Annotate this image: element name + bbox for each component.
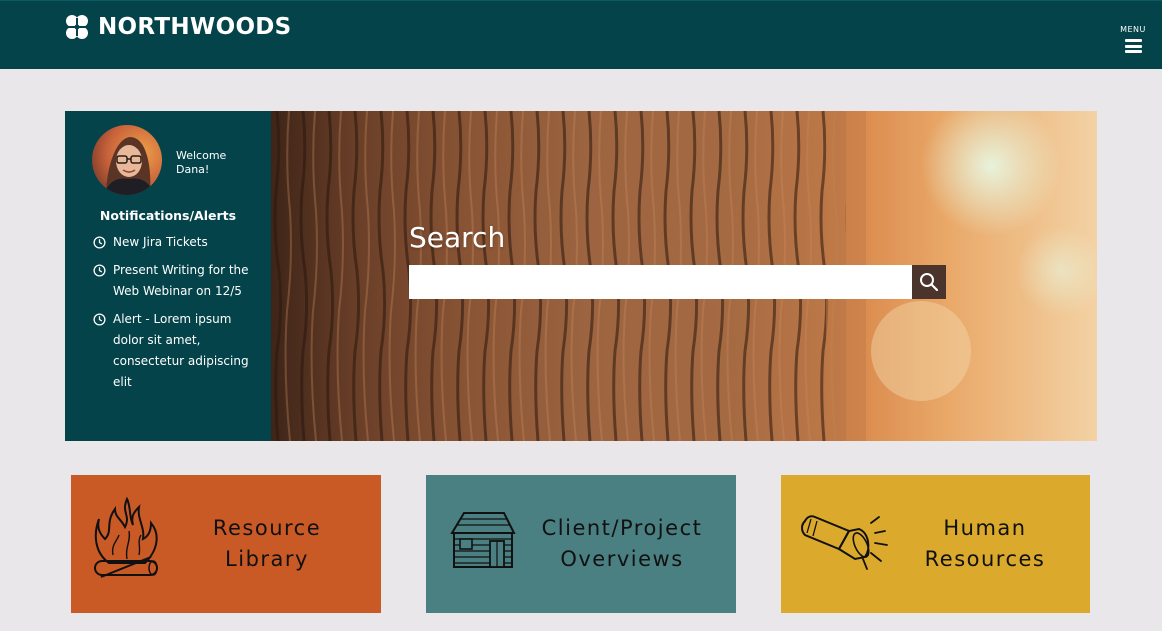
search-input[interactable]: [409, 265, 912, 299]
notification-text: Alert - Lorem ipsum dolor sit amet, cons…: [113, 312, 249, 389]
tile-label: Resource Library: [167, 513, 367, 575]
flashlight-icon: [801, 515, 888, 570]
hamburger-icon: [1124, 39, 1142, 53]
welcome-line: Welcome: [176, 149, 227, 162]
notification-text: Present Writing for the Web Webinar on 1…: [113, 263, 249, 298]
tile-label-line: Client/Project: [541, 516, 703, 540]
tile-label-line: Resources: [924, 547, 1046, 571]
tile-human-resources[interactable]: Human Resources: [781, 475, 1090, 613]
user-sidebar: Welcome Dana! Notifications/Alerts New J…: [65, 111, 271, 441]
user-name: Dana!: [176, 163, 210, 176]
welcome-message: Welcome Dana!: [176, 149, 226, 177]
hero-section: Welcome Dana! Notifications/Alerts New J…: [65, 111, 1097, 441]
search-icon: [920, 273, 939, 292]
clock-icon: [93, 236, 106, 249]
tile-label-line: Overviews: [560, 547, 684, 571]
notification-item[interactable]: New Jira Tickets: [93, 232, 263, 253]
top-navigation-bar: NORTHWOODS MENU: [0, 0, 1162, 69]
cabin-icon: [450, 512, 516, 568]
search-button[interactable]: [912, 265, 946, 299]
clock-icon: [93, 313, 106, 326]
clock-icon: [93, 264, 106, 277]
avatar[interactable]: [92, 125, 162, 195]
brand-home-link[interactable]: NORTHWOODS: [64, 13, 292, 41]
notification-item[interactable]: Present Writing for the Web Webinar on 1…: [93, 260, 263, 302]
tile-label-line: Human: [943, 516, 1027, 540]
tile-client-project-overviews[interactable]: Client/Project Overviews: [426, 475, 736, 613]
tile-resource-library[interactable]: Resource Library: [71, 475, 381, 613]
notification-item[interactable]: Alert - Lorem ipsum dolor sit amet, cons…: [93, 309, 263, 393]
brand-name: NORTHWOODS: [98, 14, 292, 40]
campfire-icon: [94, 496, 158, 578]
tile-label: Client/Project Overviews: [522, 513, 722, 575]
menu-label: MENU: [1120, 25, 1146, 34]
notifications-title: Notifications/Alerts: [99, 208, 237, 223]
search-heading: Search: [409, 221, 506, 254]
tile-label: Human Resources: [885, 513, 1085, 575]
clover-logo-icon: [66, 15, 88, 39]
notifications-list: New Jira Tickets Present Writing for the…: [93, 232, 263, 400]
notification-text: New Jira Tickets: [113, 235, 208, 249]
menu-button[interactable]: MENU: [1112, 25, 1154, 53]
avatar-photo: [92, 125, 162, 195]
tile-label-line: Resource: [212, 516, 322, 540]
tile-label-line: Library: [225, 547, 309, 571]
